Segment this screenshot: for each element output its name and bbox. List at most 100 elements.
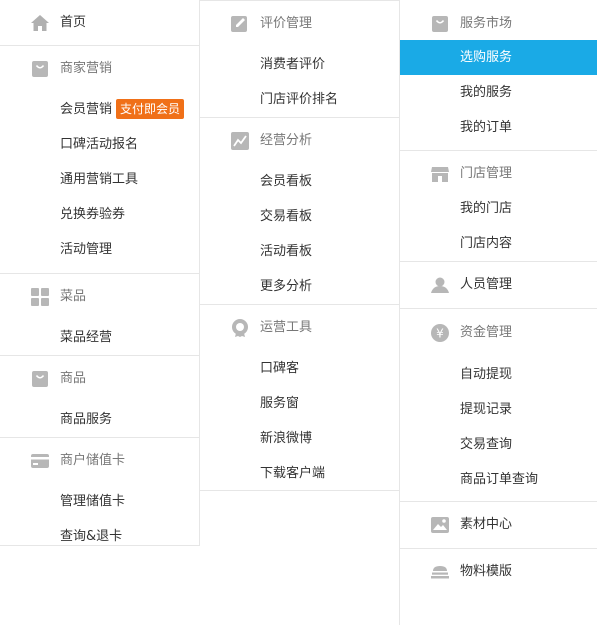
nav-query-refund-card[interactable]: 查询&退卡 xyxy=(0,519,199,554)
nav-item-label: 门店内容 xyxy=(460,236,513,251)
nav-withdraw-records[interactable]: 提现记录 xyxy=(400,392,597,427)
nav-store-review-ranking[interactable]: 门店评价排名 xyxy=(200,82,399,117)
nav-item-label: 新浪微博 xyxy=(260,431,313,446)
section-header-service-market: 服务市场 xyxy=(400,0,597,40)
section-funds: ¥ 资金管理 自动提现 提现记录 交易查询 商品订单查询 xyxy=(400,309,597,502)
nav-general-marketing-tools[interactable]: 通用营销工具 xyxy=(0,162,199,197)
nav-item-label: 会员看板 xyxy=(260,174,313,189)
nav-trade-query[interactable]: 交易查询 xyxy=(400,427,597,462)
nav-store-content[interactable]: 门店内容 xyxy=(400,226,597,261)
section-service-market: 服务市场 选购服务 我的服务 我的订单 xyxy=(400,0,597,151)
section-title: 门店管理 xyxy=(460,166,513,181)
nav-trade-dashboard[interactable]: 交易看板 xyxy=(200,199,399,234)
section-header-store-management: 门店管理 xyxy=(400,151,597,191)
nav-item-label: 我的服务 xyxy=(460,85,513,100)
nav-buy-service[interactable]: 选购服务 xyxy=(400,40,597,75)
nav-auto-withdraw[interactable]: 自动提现 xyxy=(400,357,597,392)
nav-my-orders[interactable]: 我的订单 xyxy=(400,110,597,145)
nav-item-label: 菜品经营 xyxy=(60,330,113,345)
edit-icon xyxy=(230,14,250,34)
nav-activity-management[interactable]: 活动管理 xyxy=(0,232,199,267)
nav-item-label: 查询&退卡 xyxy=(60,529,123,544)
nav-item-label: 交易看板 xyxy=(260,209,313,224)
section-goods: 商品 商品服务 xyxy=(0,356,199,438)
section-title: 服务市场 xyxy=(460,16,513,31)
section-header-analysis: 经营分析 xyxy=(200,118,399,164)
section-header-dishes: 菜品 xyxy=(0,274,199,320)
nav-item-label: 下载客户端 xyxy=(260,466,326,481)
nav-item-label: 管理储值卡 xyxy=(60,494,126,509)
nav-member-dashboard[interactable]: 会员看板 xyxy=(200,164,399,199)
section-staff: 人员管理 xyxy=(400,262,597,309)
section-title: 商品 xyxy=(60,371,87,386)
nav-item-label: 口碑客 xyxy=(260,361,300,376)
nav-manage-stored-card[interactable]: 管理储值卡 xyxy=(0,484,199,519)
pay-member-badge[interactable]: 支付即会员 xyxy=(116,98,185,119)
card-icon xyxy=(30,451,50,471)
section-store-management: 门店管理 我的门店 门店内容 xyxy=(400,151,597,262)
nav-staff-management[interactable]: 人员管理 xyxy=(400,262,597,308)
nav-sina-weibo[interactable]: 新浪微博 xyxy=(200,421,399,456)
shopping-bag-icon xyxy=(30,369,50,389)
section-review: 评价管理 消费者评价 门店评价排名 xyxy=(200,1,399,118)
shopping-bag-icon xyxy=(30,59,50,79)
nav-item-label: 提现记录 xyxy=(460,402,513,417)
nav-item-label: 口碑活动报名 xyxy=(60,137,139,152)
section-title: 素材中心 xyxy=(460,517,513,532)
nav-koubei-activity-signup[interactable]: 口碑活动报名 xyxy=(0,127,199,162)
nav-item-label: 选购服务 xyxy=(460,50,513,65)
nav-dish-operations[interactable]: 菜品经营 xyxy=(0,320,199,355)
section-analysis: 经营分析 会员看板 交易看板 活动看板 更多分析 xyxy=(200,118,399,305)
section-print-templates: 物料模版 xyxy=(400,549,597,595)
nav-more-analysis[interactable]: 更多分析 xyxy=(200,269,399,304)
nav-coupon-verify[interactable]: 兑换券验券 xyxy=(0,197,199,232)
nav-item-label: 服务窗 xyxy=(260,396,300,411)
nav-material-center[interactable]: 素材中心 xyxy=(400,502,597,548)
nav-my-services[interactable]: 我的服务 xyxy=(400,75,597,110)
nav-item-label: 兑换券验券 xyxy=(60,207,126,222)
svg-text:¥: ¥ xyxy=(436,327,444,341)
nav-activity-dashboard[interactable]: 活动看板 xyxy=(200,234,399,269)
nav-koubei-ke[interactable]: 口碑客 xyxy=(200,351,399,386)
nav-item-label: 更多分析 xyxy=(260,279,313,294)
section-title: 商户储值卡 xyxy=(60,453,126,468)
nav-column-2: 评价管理 消费者评价 门店评价排名 经营分析 会员看板 交易看板 活动看板 更多… xyxy=(200,0,400,491)
section-title: 商家营销 xyxy=(60,61,113,76)
section-materials: 素材中心 xyxy=(400,502,597,549)
nav-print-templates[interactable]: 物料模版 xyxy=(400,549,597,595)
nav-item-label: 我的门店 xyxy=(460,201,513,216)
nav-consumer-reviews[interactable]: 消费者评价 xyxy=(200,47,399,82)
shopping-bag-icon xyxy=(430,14,450,34)
nav-item-label: 门店评价排名 xyxy=(260,92,339,107)
nav-my-stores[interactable]: 我的门店 xyxy=(400,191,597,226)
nav-download-client[interactable]: 下载客户端 xyxy=(200,456,399,491)
nav-goods-order-query[interactable]: 商品订单查询 xyxy=(400,462,597,497)
section-header-merchant-marketing: 商家营销 xyxy=(0,46,199,92)
section-header-review: 评价管理 xyxy=(200,1,399,47)
section-stored-card: 商户储值卡 管理储值卡 查询&退卡 xyxy=(0,438,199,554)
section-header-stored-card: 商户储值卡 xyxy=(0,438,199,484)
nav-home[interactable]: 首页 xyxy=(0,0,199,45)
section-home: 首页 xyxy=(0,0,199,46)
grid-icon xyxy=(30,287,50,307)
nav-item-label: 会员营销 xyxy=(60,102,113,117)
nav-item-label: 自动提现 xyxy=(460,367,513,382)
nav-column-3: 服务市场 选购服务 我的服务 我的订单 门店管理 我的门店 门店内容 人员管理 … xyxy=(399,0,597,625)
nav-item-label: 交易查询 xyxy=(460,437,513,452)
nav-service-window[interactable]: 服务窗 xyxy=(200,386,399,421)
nav-item-label: 商品服务 xyxy=(60,412,113,427)
section-header-goods: 商品 xyxy=(0,356,199,402)
nav-member-marketing[interactable]: 会员营销 支付即会员 xyxy=(0,92,199,127)
nav-item-label: 消费者评价 xyxy=(260,57,326,72)
nav-item-label: 我的订单 xyxy=(460,120,513,135)
medal-icon xyxy=(230,318,250,338)
section-ops-tools: 运营工具 口碑客 服务窗 新浪微博 下载客户端 xyxy=(200,305,399,491)
nav-goods-service[interactable]: 商品服务 xyxy=(0,402,199,437)
yuan-coin-icon: ¥ xyxy=(430,323,450,343)
people-icon xyxy=(430,275,450,295)
section-title: 经营分析 xyxy=(260,133,313,148)
section-title: 菜品 xyxy=(60,289,87,304)
nav-item-label: 通用营销工具 xyxy=(60,172,139,187)
nav-item-label: 活动看板 xyxy=(260,244,313,259)
store-icon xyxy=(430,164,450,184)
